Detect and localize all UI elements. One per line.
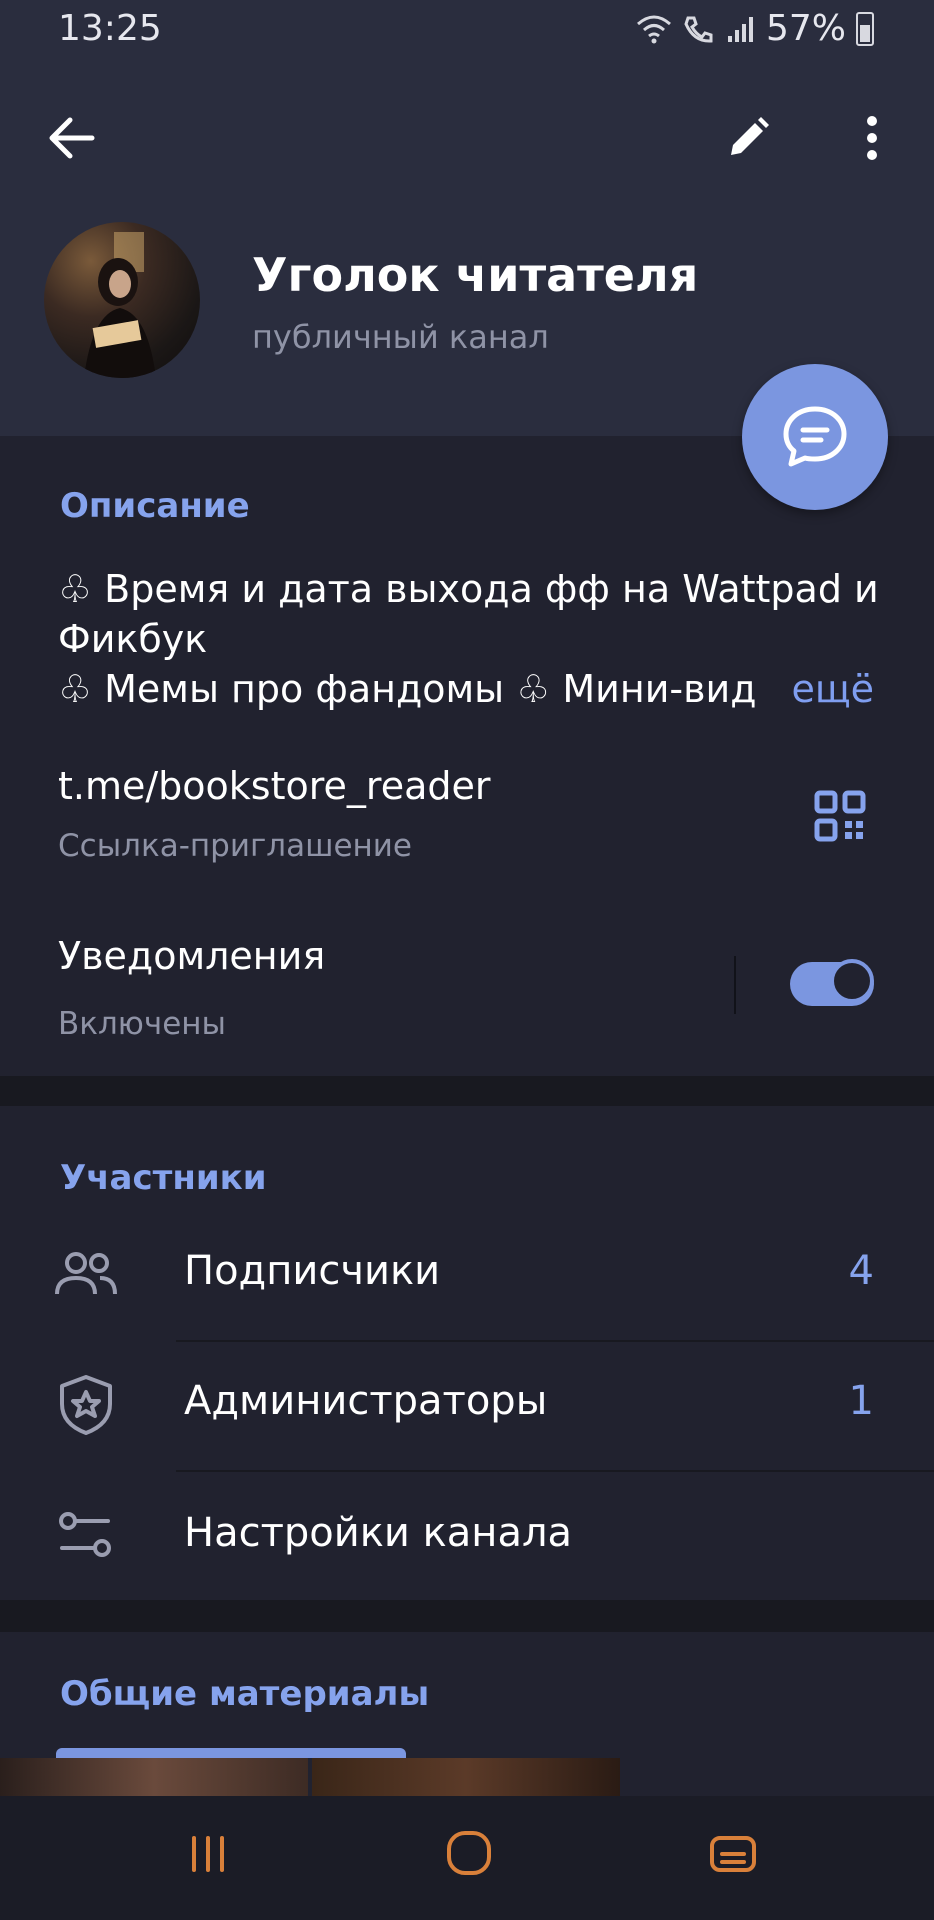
notifications-title: Уведомления [58, 934, 326, 978]
edit-pencil-icon[interactable] [718, 108, 778, 168]
admins-label: Администраторы [184, 1378, 548, 1424]
users-icon [54, 1250, 118, 1302]
volte-call-icon [684, 16, 713, 43]
avatar-image [84, 232, 156, 378]
shared-media-title: Общие материалы [60, 1674, 430, 1714]
discuss-button[interactable] [742, 364, 888, 510]
recent-apps-icon[interactable] [190, 1834, 226, 1878]
notifications-toggle[interactable] [790, 959, 874, 1006]
notifications-status: Включены [58, 1006, 227, 1042]
status-bar: 13:25 57% [0, 0, 934, 64]
channel-title: Уголок читателя [252, 248, 699, 302]
description-line-1: ♧ Время и дата выхода фф на Wattpad и Фи… [58, 567, 879, 661]
channel-settings-label: Настройки канала [184, 1510, 573, 1556]
members-row-subscribers[interactable] [0, 1230, 934, 1342]
shared-media-tab-indicator [56, 1748, 406, 1758]
media-thumbnail[interactable] [312, 1758, 620, 1798]
media-thumbnail[interactable] [0, 1758, 308, 1798]
invite-link[interactable]: t.me/bookstore_reader [58, 764, 491, 808]
description-text: ♧ Время и дата выхода фф на Wattpad и Фи… [58, 564, 888, 714]
description-line-2: ♧ Мемы про фандомы ♧ Мини-вид ещё [58, 664, 888, 714]
section-gap [0, 1600, 934, 1632]
subscribers-label: Подписчики [184, 1248, 441, 1294]
channel-subtitle: публичный канал [252, 318, 549, 356]
qr-code-icon[interactable] [814, 790, 866, 846]
shield-star-icon [58, 1374, 114, 1440]
status-time: 13:25 [58, 8, 162, 49]
channel-avatar[interactable] [44, 222, 200, 378]
subscribers-count: 4 [848, 1248, 874, 1294]
wifi-icon [636, 15, 671, 43]
more-vertical-icon[interactable] [842, 108, 902, 168]
settings-sliders-icon [58, 1510, 112, 1564]
battery-percent: 57% [765, 8, 846, 49]
description-line-2-text: ♧ Мемы про фандомы ♧ Мини-вид [58, 667, 757, 711]
admins-count: 1 [848, 1378, 874, 1424]
back-nav-icon[interactable] [708, 1834, 758, 1878]
divider [734, 956, 736, 1014]
system-navigation-bar [0, 1796, 934, 1920]
battery-icon [856, 11, 874, 46]
show-more-link[interactable]: ещё [791, 664, 874, 714]
status-icons: 57% [636, 8, 874, 49]
toggle-knob [830, 959, 874, 1003]
section-gap [0, 1076, 934, 1106]
invite-link-label: Ссылка-приглашение [58, 828, 413, 864]
members-title: Участники [60, 1158, 267, 1198]
home-icon[interactable] [446, 1830, 492, 1880]
chat-bubble-icon [783, 406, 847, 467]
row-divider [176, 1340, 934, 1342]
description-title: Описание [60, 486, 250, 526]
back-arrow-icon[interactable] [42, 108, 102, 168]
row-divider [176, 1470, 934, 1472]
signal-icon [727, 16, 753, 42]
